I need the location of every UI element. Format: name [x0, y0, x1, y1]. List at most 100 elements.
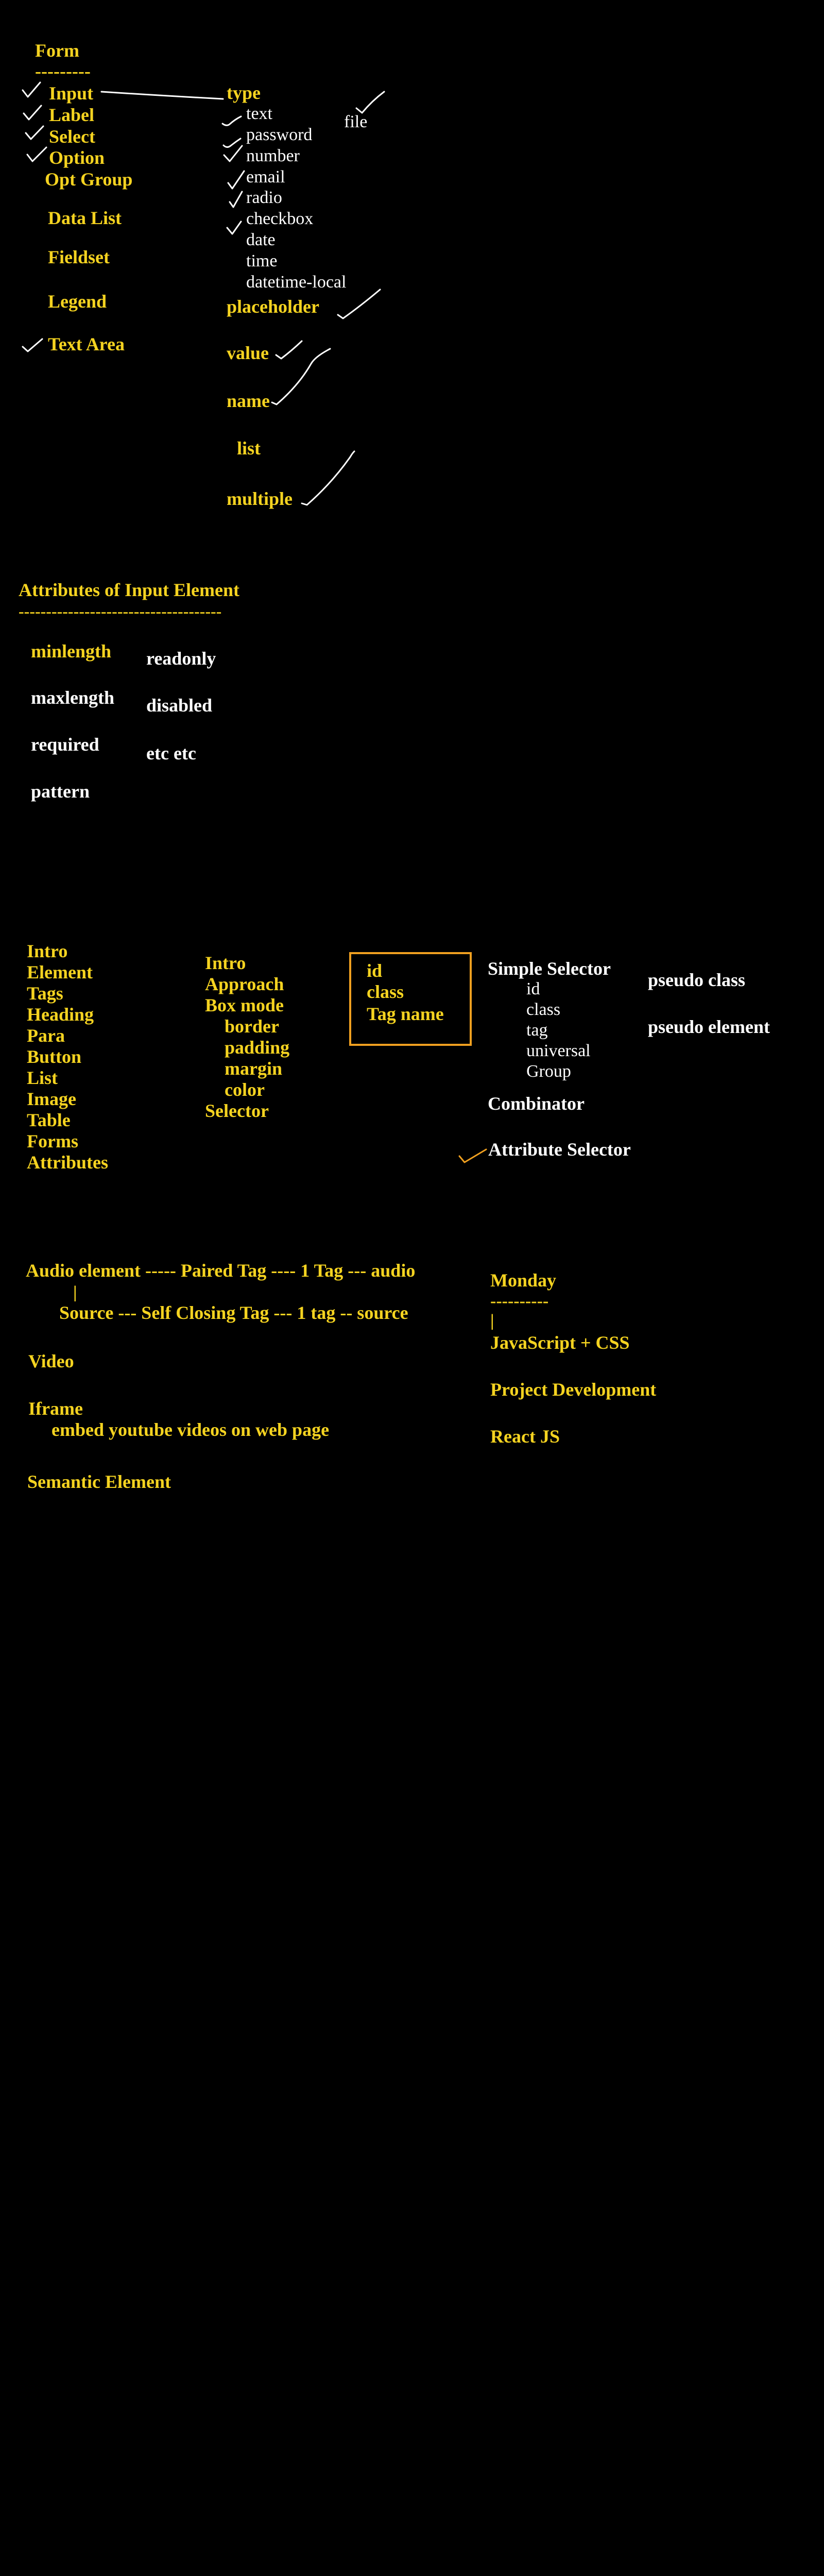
check-value-icon	[275, 340, 303, 360]
html-topic-button: Button	[27, 1046, 82, 1067]
type-file: file	[344, 112, 368, 131]
attr-value: value	[227, 343, 269, 363]
html-topic-para: Para	[27, 1025, 65, 1046]
check-textarea-icon	[22, 338, 43, 352]
type-text: text	[246, 104, 272, 123]
iframe-element: Iframe	[28, 1398, 83, 1419]
combinator: Combinator	[488, 1093, 585, 1114]
css-topic-selector: Selector	[205, 1100, 269, 1121]
attr-pattern: pattern	[31, 781, 90, 802]
pseudo-class: pseudo class	[648, 970, 746, 990]
simple-selector: Simple Selector	[488, 958, 611, 979]
audio-element-note: Audio element ----- Paired Tag ---- 1 Ta…	[26, 1260, 416, 1281]
css-topic-padding: padding	[225, 1037, 290, 1058]
plan-item-project: Project Development	[490, 1379, 657, 1400]
form-element-option: Option	[49, 147, 105, 168]
html-topic-attributes: Attributes	[27, 1152, 108, 1173]
html-topic-element: Element	[27, 962, 93, 982]
attr-list: list	[237, 438, 261, 459]
html-topic-forms: Forms	[27, 1131, 78, 1151]
html-topic-intro: Intro	[27, 941, 68, 961]
css-topic-boxmode: Box mode	[205, 995, 284, 1015]
check-attribute-selector-icon	[458, 1148, 487, 1163]
check-checkbox-icon	[226, 221, 242, 235]
box-item-tagname: Tag name	[367, 1004, 444, 1024]
form-element-legend: Legend	[48, 291, 107, 312]
check-radio-icon	[229, 191, 243, 208]
ink-annotations	[22, 81, 487, 1163]
form-element-input: Input	[49, 83, 94, 104]
attr-disabled: disabled	[146, 695, 213, 716]
form-title: Form	[35, 40, 79, 61]
simple-selector-group: Group	[526, 1062, 571, 1081]
attr-multiple: multiple	[227, 488, 293, 509]
form-title-underline: ---------	[35, 61, 91, 81]
simple-selector-tag: tag	[526, 1021, 548, 1040]
form-element-optgroup: Opt Group	[45, 169, 133, 190]
check-name-icon	[271, 348, 331, 405]
html-topic-list: List	[27, 1067, 58, 1088]
attr-readonly: readonly	[146, 648, 216, 669]
check-file-icon	[355, 91, 385, 114]
simple-selector-class: class	[526, 1000, 561, 1019]
check-input-icon	[22, 81, 41, 98]
form-element-fieldset: Fieldset	[48, 247, 110, 267]
semantic-element: Semantic Element	[27, 1471, 171, 1492]
css-topic-border: border	[225, 1016, 279, 1037]
attr-name: name	[227, 391, 270, 411]
check-placeholder-icon	[337, 289, 381, 319]
attribute-selector: Attribute Selector	[488, 1139, 631, 1160]
video-element: Video	[28, 1351, 74, 1371]
check-multiple-icon	[301, 450, 355, 506]
form-element-select: Select	[49, 126, 95, 147]
plan-item-js-css: JavaScript + CSS	[490, 1332, 630, 1353]
source-note: Source --- Self Closing Tag --- 1 tag --…	[59, 1302, 408, 1323]
box-item-class: class	[367, 981, 404, 1002]
attr-maxlength: maxlength	[31, 687, 114, 708]
type-time: time	[246, 251, 278, 270]
check-email-icon	[227, 170, 245, 190]
form-element-textarea: Text Area	[48, 334, 125, 354]
check-option-icon	[26, 146, 47, 162]
check-text-icon	[221, 115, 242, 126]
plan-item-react: React JS	[490, 1426, 560, 1447]
form-element-datalist: Data List	[48, 208, 122, 228]
type-number: number	[246, 146, 300, 165]
type-datetime-local: datetime-local	[246, 273, 347, 292]
css-topic-margin: margin	[225, 1058, 282, 1079]
html-topic-image: Image	[27, 1089, 76, 1109]
plan-pipe: |	[490, 1311, 494, 1330]
simple-selector-universal: universal	[526, 1041, 591, 1060]
attr-minlength: minlength	[31, 641, 112, 662]
type-radio: radio	[246, 188, 282, 207]
iframe-note: embed youtube videos on web page	[52, 1419, 330, 1440]
attr-etc: etc etc	[146, 743, 196, 764]
check-number-icon	[223, 145, 243, 162]
check-password-icon	[222, 138, 242, 148]
css-topic-intro: Intro	[205, 953, 246, 973]
simple-selector-id: id	[526, 979, 540, 998]
type-checkbox: checkbox	[246, 209, 314, 228]
html-topic-table: Table	[27, 1110, 71, 1130]
css-topic-color: color	[225, 1079, 265, 1100]
box-item-id: id	[367, 960, 383, 981]
pseudo-element: pseudo element	[648, 1016, 770, 1037]
form-element-label: Label	[49, 105, 95, 125]
attr-required: required	[31, 734, 99, 755]
type-date: date	[246, 230, 276, 249]
input-attributes-underline: -------------------------------------	[19, 602, 222, 620]
html-topic-tags: Tags	[27, 983, 63, 1004]
plan-day-underline: ----------	[490, 1292, 549, 1311]
type-heading: type	[227, 82, 261, 103]
plan-day: Monday	[490, 1270, 557, 1291]
attr-placeholder: placeholder	[227, 296, 319, 317]
type-email: email	[246, 167, 285, 187]
type-password: password	[246, 125, 313, 144]
audio-pipe: |	[73, 1283, 77, 1302]
input-attributes-title: Attributes of Input Element	[19, 580, 239, 600]
input-type-connector	[100, 91, 224, 100]
css-topic-approach: Approach	[205, 974, 284, 994]
html-topic-heading: Heading	[27, 1004, 94, 1025]
check-select-icon	[25, 125, 44, 140]
check-label-icon	[23, 105, 42, 121]
